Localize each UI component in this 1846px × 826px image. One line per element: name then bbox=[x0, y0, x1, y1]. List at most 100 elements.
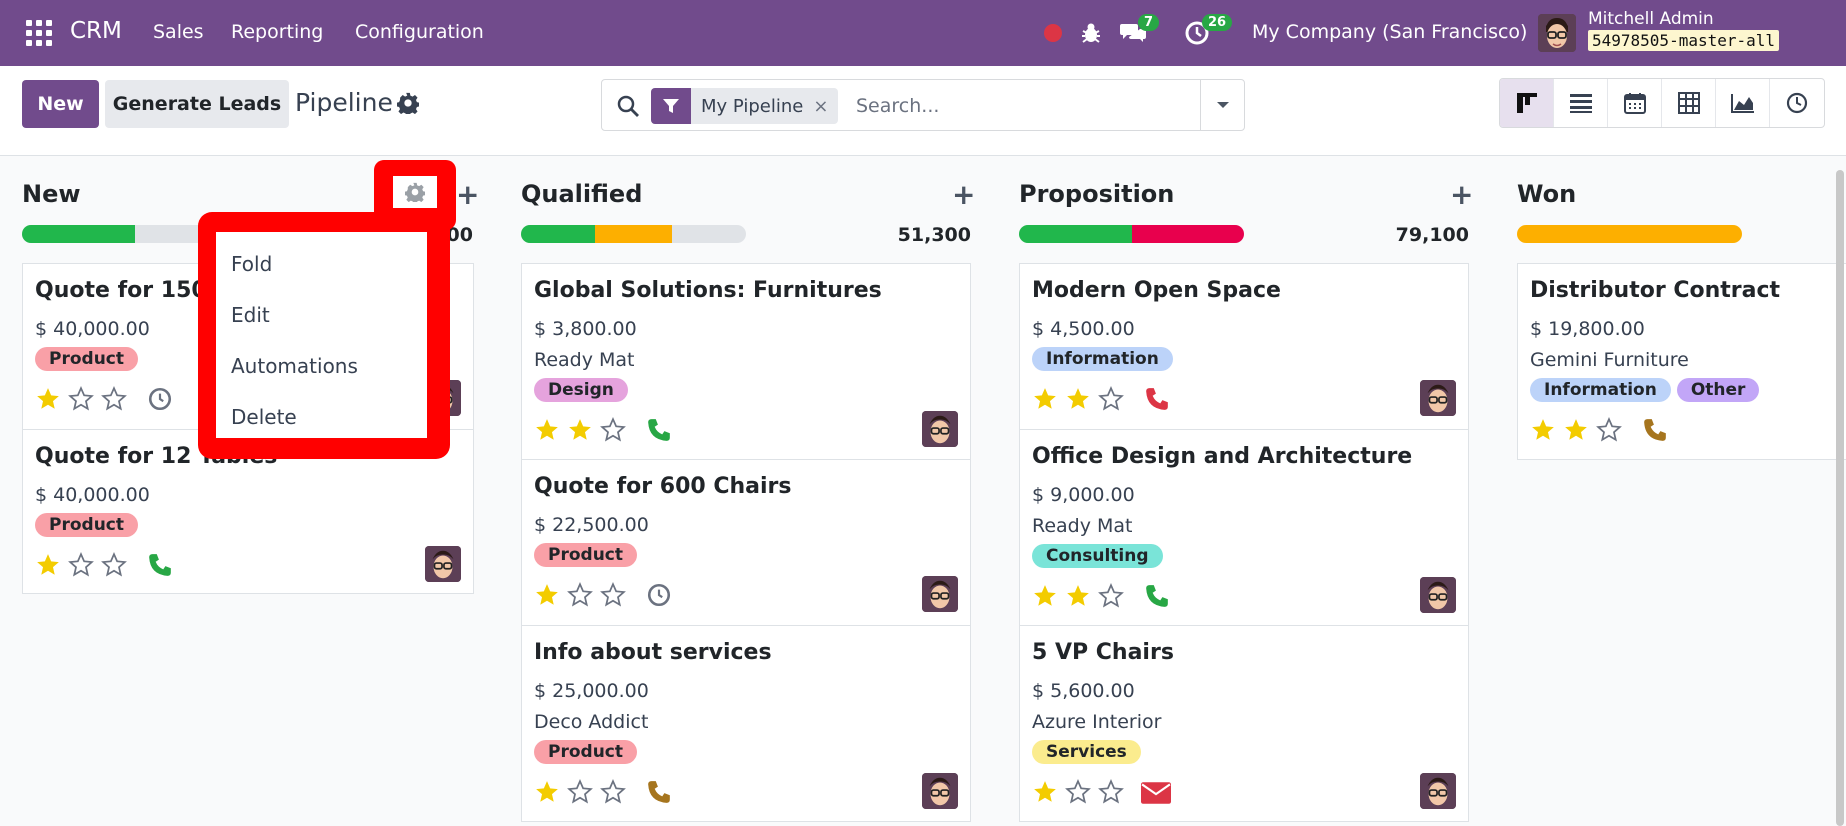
star-filled-icon[interactable] bbox=[1032, 386, 1058, 412]
menu-reporting[interactable]: Reporting bbox=[231, 21, 323, 43]
new-button[interactable]: New bbox=[22, 80, 99, 128]
star-filled-icon[interactable] bbox=[534, 779, 560, 805]
star-empty-icon[interactable] bbox=[101, 552, 127, 578]
phone-icon[interactable] bbox=[646, 779, 672, 805]
star-empty-icon[interactable] bbox=[567, 582, 593, 608]
star-filled-icon[interactable] bbox=[567, 417, 593, 443]
vertical-scrollbar[interactable] bbox=[1836, 170, 1844, 826]
star-empty-icon[interactable] bbox=[600, 417, 626, 443]
kanban-card[interactable]: Global Solutions: Furnitures $ 3,800.00 … bbox=[521, 263, 971, 460]
progress-bar-won[interactable] bbox=[1517, 225, 1742, 243]
progress-bar-qualified[interactable] bbox=[521, 225, 746, 243]
star-empty-icon[interactable] bbox=[600, 582, 626, 608]
kanban-view-icon[interactable] bbox=[1500, 79, 1554, 127]
star-filled-icon[interactable] bbox=[534, 582, 560, 608]
kanban-card[interactable]: Modern Open Space $ 4,500.00 Information bbox=[1019, 263, 1469, 430]
star-empty-icon[interactable] bbox=[101, 386, 127, 412]
search-icon[interactable] bbox=[616, 94, 640, 118]
star-empty-icon[interactable] bbox=[1596, 417, 1622, 443]
column-add-new-icon[interactable]: + bbox=[456, 178, 479, 211]
star-empty-icon[interactable] bbox=[1098, 386, 1124, 412]
star-empty-icon[interactable] bbox=[68, 386, 94, 412]
app-brand[interactable]: CRM bbox=[70, 18, 122, 44]
card-amount: $ 40,000.00 bbox=[35, 484, 150, 506]
activity-clock-icon[interactable] bbox=[646, 582, 672, 608]
column-total-proposition: 79,100 bbox=[1395, 224, 1469, 246]
column-title-qualified[interactable]: Qualified bbox=[521, 180, 642, 208]
star-filled-icon[interactable] bbox=[1032, 779, 1058, 805]
phone-icon[interactable] bbox=[147, 552, 173, 578]
generate-leads-button[interactable]: Generate Leads bbox=[105, 80, 289, 128]
star-empty-icon[interactable] bbox=[567, 779, 593, 805]
dropdown-item-edit[interactable]: Edit bbox=[231, 303, 270, 327]
activity-clock-icon[interactable] bbox=[147, 386, 173, 412]
list-view-icon[interactable] bbox=[1554, 79, 1608, 127]
graph-view-icon[interactable] bbox=[1716, 79, 1770, 127]
star-filled-icon[interactable] bbox=[1530, 417, 1556, 443]
tag-consulting: Consulting bbox=[1032, 544, 1163, 568]
star-empty-icon[interactable] bbox=[1098, 779, 1124, 805]
search-input[interactable] bbox=[856, 92, 1196, 120]
column-settings-gear-icon[interactable] bbox=[393, 176, 437, 208]
kanban-card[interactable]: 5 VP Chairs $ 5,600.00 Azure Interior Se… bbox=[1019, 625, 1469, 822]
messages-icon[interactable] bbox=[1119, 0, 1147, 66]
star-filled-icon[interactable] bbox=[1032, 583, 1058, 609]
star-filled-icon[interactable] bbox=[1563, 417, 1589, 443]
search-options-chevron-down-icon[interactable] bbox=[1200, 80, 1244, 130]
column-title-new[interactable]: New bbox=[22, 180, 81, 208]
column-add-proposition-icon[interactable]: + bbox=[1450, 178, 1473, 211]
star-filled-icon[interactable] bbox=[35, 552, 61, 578]
kanban-card[interactable]: Info about services $ 25,000.00 Deco Add… bbox=[521, 625, 971, 822]
card-amount: $ 22,500.00 bbox=[534, 514, 649, 536]
user-name[interactable]: Mitchell Admin bbox=[1588, 9, 1714, 29]
settings-gear-icon[interactable] bbox=[396, 92, 420, 117]
dropdown-item-automations[interactable]: Automations bbox=[231, 354, 358, 378]
star-filled-icon[interactable] bbox=[534, 417, 560, 443]
bug-icon[interactable] bbox=[1081, 0, 1101, 66]
card-avatar[interactable] bbox=[425, 546, 461, 582]
activity-view-clock-icon[interactable] bbox=[1770, 79, 1824, 127]
tag-product: Product bbox=[534, 740, 637, 764]
card-avatar[interactable] bbox=[922, 411, 958, 447]
kanban-card[interactable]: Office Design and Architecture $ 9,000.0… bbox=[1019, 429, 1469, 626]
card-title: 5 VP Chairs bbox=[1032, 640, 1174, 665]
company-switcher[interactable]: My Company (San Francisco) bbox=[1252, 21, 1527, 43]
card-amount: $ 9,000.00 bbox=[1032, 484, 1135, 506]
dropdown-item-fold[interactable]: Fold bbox=[231, 252, 272, 276]
star-empty-icon[interactable] bbox=[1065, 779, 1091, 805]
star-empty-icon[interactable] bbox=[68, 552, 94, 578]
kanban-card[interactable]: Quote for 600 Chairs $ 22,500.00 Product bbox=[521, 459, 971, 626]
phone-icon[interactable] bbox=[1144, 386, 1170, 412]
calendar-view-icon[interactable] bbox=[1608, 79, 1662, 127]
kanban-card[interactable]: Distributor Contract $ 19,800.00 Gemini … bbox=[1517, 263, 1846, 460]
star-filled-icon[interactable] bbox=[35, 386, 61, 412]
star-filled-icon[interactable] bbox=[1065, 583, 1091, 609]
card-avatar[interactable] bbox=[922, 576, 958, 612]
email-envelope-icon[interactable] bbox=[1141, 780, 1171, 806]
phone-icon[interactable] bbox=[646, 417, 672, 443]
column-title-won[interactable]: Won bbox=[1517, 180, 1576, 208]
app-menu-icon[interactable] bbox=[24, 18, 52, 46]
card-avatar[interactable] bbox=[1420, 773, 1456, 809]
star-empty-icon[interactable] bbox=[1098, 583, 1124, 609]
menu-configuration[interactable]: Configuration bbox=[355, 21, 484, 43]
star-filled-icon[interactable] bbox=[1065, 386, 1091, 412]
phone-icon[interactable] bbox=[1144, 583, 1170, 609]
star-empty-icon[interactable] bbox=[600, 779, 626, 805]
column-add-qualified-icon[interactable]: + bbox=[952, 178, 975, 211]
activities-clock-icon[interactable] bbox=[1184, 0, 1210, 66]
phone-icon[interactable] bbox=[1642, 417, 1668, 443]
menu-sales[interactable]: Sales bbox=[153, 21, 204, 43]
pivot-view-icon[interactable] bbox=[1662, 79, 1716, 127]
card-avatar[interactable] bbox=[922, 773, 958, 809]
dropdown-item-delete[interactable]: Delete bbox=[231, 405, 297, 429]
progress-bar-proposition[interactable] bbox=[1019, 225, 1244, 243]
recording-dot-icon[interactable] bbox=[1044, 0, 1062, 66]
card-avatar[interactable] bbox=[1420, 380, 1456, 416]
user-avatar[interactable] bbox=[1538, 14, 1576, 52]
tag-services: Services bbox=[1032, 740, 1141, 764]
column-title-proposition[interactable]: Proposition bbox=[1019, 180, 1174, 208]
facet-remove-icon[interactable]: × bbox=[813, 96, 838, 117]
card-avatar[interactable] bbox=[1420, 577, 1456, 613]
filter-icon bbox=[651, 88, 691, 124]
